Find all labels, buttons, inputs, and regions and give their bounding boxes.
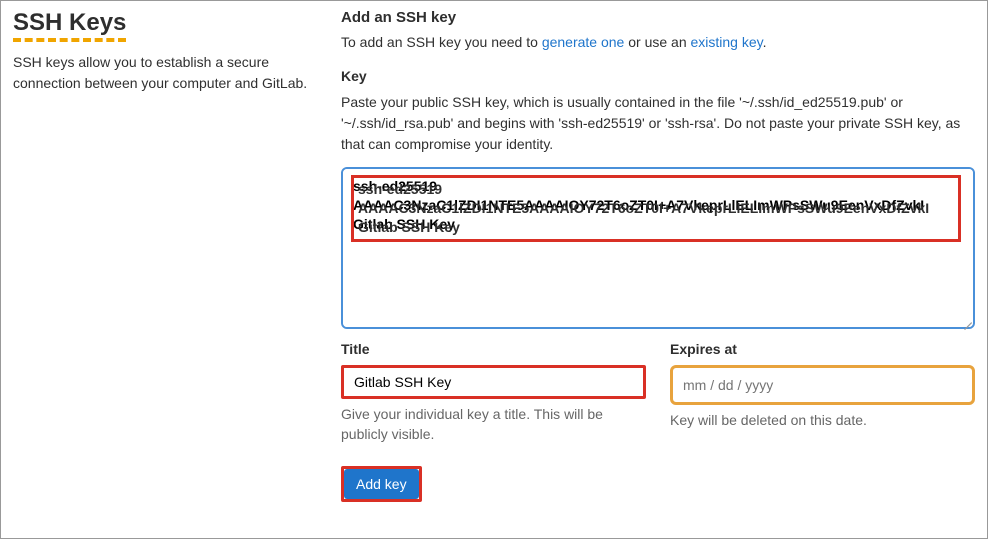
expires-label: Expires at — [670, 341, 975, 357]
title-highlight-box — [341, 365, 646, 399]
title-label: Title — [341, 341, 646, 357]
intro-mid: or use an — [624, 34, 690, 50]
intro-suffix: . — [763, 34, 767, 50]
add-key-button[interactable]: Add key — [344, 469, 419, 499]
intro-prefix: To add an SSH key you need to — [341, 34, 542, 50]
add-key-highlight-box: Add key — [341, 466, 422, 502]
key-textarea-wrap: ssh-ed25519 AAAAC3NzaC1lZDI1NTE5AAAAIOY7… — [341, 167, 975, 329]
expires-input[interactable] — [673, 368, 972, 402]
key-label: Key — [341, 68, 975, 84]
section-heading: Add an SSH key — [341, 9, 975, 26]
title-help-text: Give your individual key a title. This w… — [341, 405, 646, 444]
existing-key-link[interactable]: existing key — [691, 34, 763, 50]
expires-help-text: Key will be deleted on this date. — [670, 411, 975, 431]
page-description: SSH keys allow you to establish a secure… — [13, 52, 321, 94]
expires-highlight-box — [670, 365, 975, 405]
intro-text: To add an SSH key you need to generate o… — [341, 34, 975, 50]
key-help-text: Paste your public SSH key, which is usua… — [341, 92, 975, 155]
title-input[interactable] — [344, 368, 643, 396]
generate-one-link[interactable]: generate one — [542, 34, 625, 50]
page-title: SSH Keys — [13, 9, 126, 42]
key-textarea[interactable]: ssh-ed25519 AAAAC3NzaC1lZDI1NTE5AAAAIOY7… — [343, 169, 973, 327]
